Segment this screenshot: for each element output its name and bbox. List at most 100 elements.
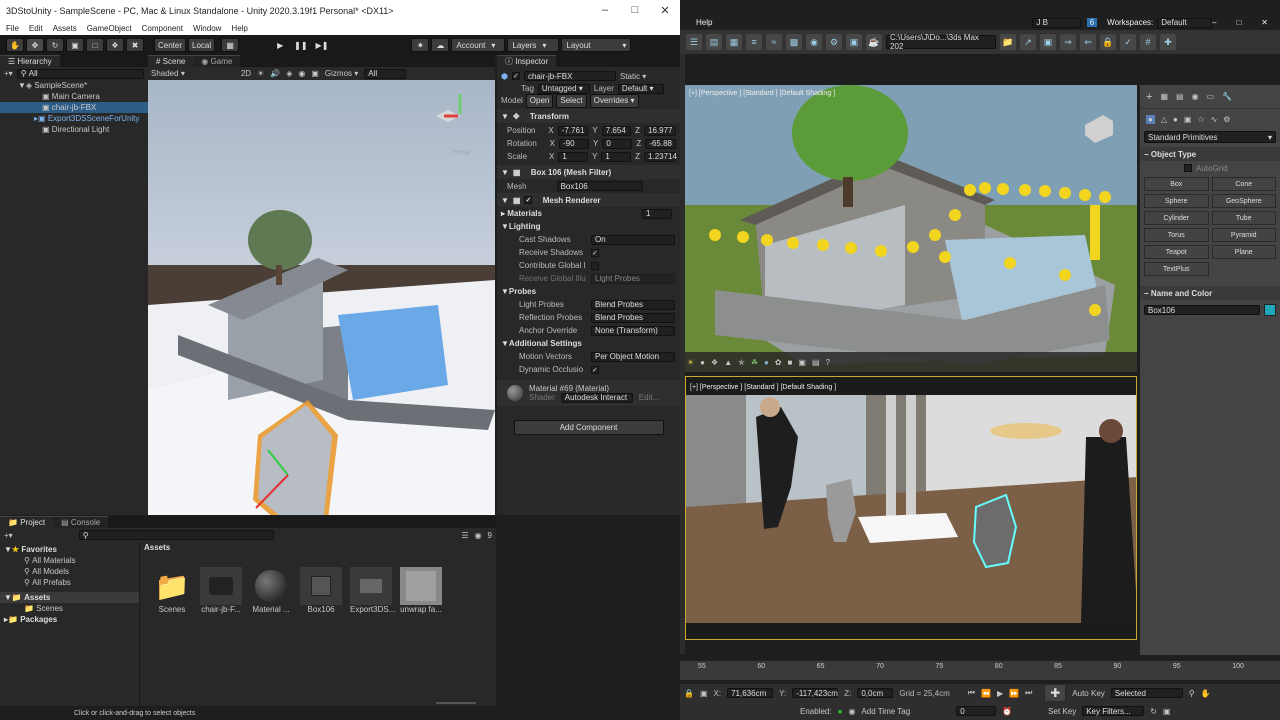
time-tag-icon[interactable]: ◉ (848, 707, 855, 716)
mesh-renderer-header[interactable]: ▼ ▦ ✓ Mesh Renderer (497, 193, 680, 207)
tube-button[interactable]: Tube (1211, 211, 1276, 225)
goto-start-icon[interactable]: ⏮ (968, 688, 975, 698)
step-button[interactable]: ▶❚ (313, 38, 332, 52)
render-frame-icon[interactable]: ▣ (846, 34, 862, 50)
add-icon[interactable]: +▾ (4, 69, 13, 78)
export-icon[interactable]: ⇒ (1060, 34, 1076, 50)
add-icon[interactable]: +▾ (4, 531, 13, 540)
y-coordinate-field[interactable]: -117,423cm (792, 688, 839, 698)
menu-edit[interactable]: Edit (29, 24, 43, 33)
particle-icon[interactable]: ❖ (711, 358, 718, 367)
transform-tool-icon[interactable]: ❖ (106, 38, 124, 52)
cone-button[interactable]: Cone (1211, 177, 1276, 191)
hierarchy-item[interactable]: ▣ chair-jb-FBX (0, 102, 148, 113)
selection-lock-icon[interactable]: 🔒 (684, 689, 694, 698)
play-button[interactable]: ▶ (271, 38, 289, 52)
hierarchy-item[interactable]: ▣ Directional Light (0, 124, 148, 135)
snap-icon[interactable]: ✚ (1160, 34, 1176, 50)
asset-item[interactable]: Material ... (250, 567, 292, 614)
key-mode-icon[interactable]: ✚ (1044, 684, 1067, 702)
lighting-icon[interactable]: ☀ (257, 69, 264, 78)
play-icon[interactable]: ▶ (997, 689, 1003, 698)
max-viewport-top[interactable]: [+] [Perspective ] [Standard ] [Default … (685, 85, 1137, 372)
gizmos-dropdown[interactable]: Gizmos ▾ (325, 69, 358, 78)
key-filters-button[interactable]: Key Filters... (1082, 706, 1145, 716)
tab-game[interactable]: ◉ Game (193, 55, 241, 67)
sun-icon[interactable]: ☀ (687, 358, 694, 367)
workspace-dropdown[interactable]: Default (1157, 17, 1212, 28)
grid-icon[interactable]: # (1140, 34, 1156, 50)
close-button[interactable]: ✕ (650, 4, 680, 17)
anchor-override-field[interactable]: None (Transform) (591, 325, 675, 336)
asset-item[interactable]: Box106 (300, 567, 342, 614)
material-icon[interactable]: ■ (788, 358, 793, 367)
tree-item[interactable]: ⚲ All Models (0, 566, 139, 577)
display-icon[interactable]: ▭ (1207, 92, 1215, 101)
helpers-icon[interactable]: ☆ (1197, 115, 1204, 124)
viewport-label[interactable]: [+] [Perspective ] [Standard ] [Default … (689, 90, 835, 97)
timeline-ruler[interactable]: 55 60 65 70 75 80 85 90 95 100 (680, 660, 1280, 680)
filter-icon[interactable]: ☰ (461, 531, 468, 540)
spacewarps-icon[interactable]: ∿ (1211, 115, 1218, 124)
add-time-tag-button[interactable]: Add Time Tag (861, 707, 910, 716)
project-search-input[interactable]: ⚲ (78, 530, 274, 540)
teapot-button[interactable]: Teapot (1144, 245, 1209, 259)
systems-icon[interactable]: ⚙ (1223, 115, 1230, 124)
absolute-mode-icon[interactable]: ▣ (700, 689, 708, 698)
check-icon[interactable]: ✓ (1120, 34, 1136, 50)
shader-edit-button[interactable]: Edit... (639, 393, 659, 403)
modify-icon[interactable]: ▦ (1160, 92, 1168, 101)
copy-icon[interactable]: ▤ (812, 358, 820, 367)
cast-shadows-dropdown[interactable]: On (591, 234, 675, 245)
reflection-probes-dropdown[interactable]: Blend Probes (591, 312, 675, 323)
menu-component[interactable]: Component (142, 24, 183, 33)
scale-x-field[interactable]: 1 (558, 151, 589, 162)
local-space-button[interactable]: Local (188, 38, 216, 52)
sphere-icon[interactable]: ● (764, 358, 769, 367)
object-name-input[interactable]: Box106 (1144, 305, 1260, 315)
help-icon[interactable]: ? (826, 358, 830, 367)
lighting-foldout[interactable]: ▼ Lighting (501, 220, 680, 233)
scale-y-field[interactable]: 1 (601, 151, 632, 162)
textplus-button[interactable]: TextPlus (1144, 262, 1209, 276)
shader-dropdown[interactable]: Autodesk Interact (560, 392, 633, 403)
layers-dropdown[interactable]: Layers ▾ (507, 38, 560, 52)
tab-console[interactable]: ▤ Console (53, 516, 109, 528)
box-button[interactable]: Box (1144, 177, 1209, 191)
render-icon[interactable]: ▣ (798, 358, 806, 367)
light-probes-dropdown[interactable]: Blend Probes (591, 299, 675, 310)
scale-tool-icon[interactable]: ▣ (66, 38, 84, 52)
maximize-button[interactable]: □ (1236, 18, 1241, 27)
wind-icon[interactable]: ✯ (738, 358, 745, 367)
select-button[interactable]: Select (556, 93, 587, 108)
menu-file[interactable]: File (6, 24, 19, 33)
rect-tool-icon[interactable]: □ (86, 38, 104, 52)
primitive-type-dropdown[interactable]: Standard Primitives ▾ (1144, 131, 1276, 143)
materials-count[interactable]: 1 (642, 208, 672, 219)
x-coordinate-field[interactable]: 71,636cm (727, 688, 774, 698)
light-icon[interactable]: ▲ (724, 358, 732, 367)
rotate-tool-icon[interactable]: ↻ (46, 38, 64, 52)
hierarchy-search-input[interactable]: ⚲ All (16, 68, 144, 79)
position-y-field[interactable]: 7.654 (601, 125, 632, 136)
cylinder-button[interactable]: Cylinder (1144, 211, 1209, 225)
arrow-icon[interactable]: ↗ (1020, 34, 1036, 50)
rotation-y-field[interactable]: 0 (602, 138, 633, 149)
project-folder-icon[interactable]: 📁 (1000, 34, 1016, 50)
active-checkbox[interactable]: ✓ (511, 72, 520, 80)
color-icon[interactable]: ✿ (775, 358, 782, 367)
effects-icon[interactable]: ◈ (286, 69, 292, 78)
autogrid-checkbox[interactable] (1184, 164, 1192, 172)
current-frame-field[interactable]: 0 (956, 706, 997, 716)
set-key-button[interactable]: Set Key (1048, 707, 1076, 716)
icon-size-slider[interactable] (436, 702, 476, 704)
lights-icon[interactable]: ● (1173, 115, 1178, 124)
pan-icon[interactable]: ✋ (1201, 689, 1211, 698)
hierarchy-item[interactable]: ▼◈ SampleScene* (0, 80, 148, 91)
tree-item[interactable]: ▼ ★ Favorites (0, 544, 139, 555)
geosphere-button[interactable]: GeoSphere (1211, 194, 1276, 208)
asset-item[interactable]: 📁 Scenes (152, 567, 192, 615)
menu-help[interactable]: Help (696, 18, 712, 27)
import-icon[interactable]: ⇐ (1080, 34, 1096, 50)
tab-inspector[interactable]: ⓘ Inspector (497, 55, 557, 67)
